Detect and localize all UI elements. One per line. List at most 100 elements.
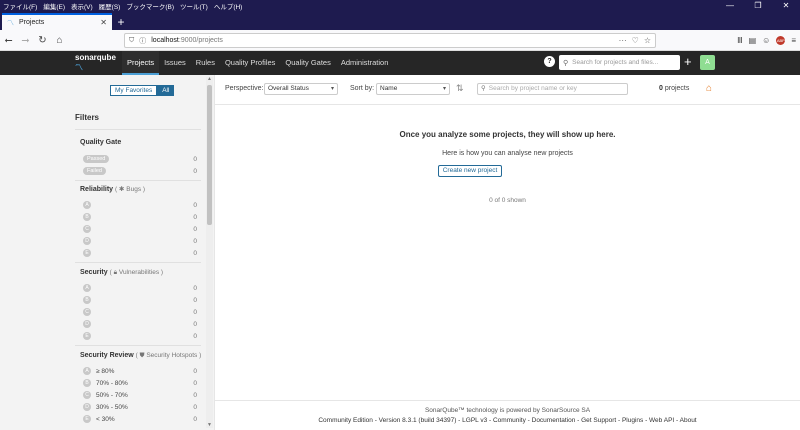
empty-state-subtitle: Here is how you can analyse new projects <box>442 150 573 157</box>
close-tab-icon[interactable]: ✕ <box>100 18 107 27</box>
back-icon[interactable]: ⭠ <box>0 35 17 46</box>
filter-row-reliability-b[interactable]: B0 <box>83 212 197 222</box>
page-footer: SonarQube™ technology is powered by Sona… <box>215 400 800 430</box>
security-review-title: Security Review ( ⛊ Security Hotspots ) <box>80 352 202 359</box>
filter-row-review-e[interactable]: E < 30% 0 <box>83 414 197 424</box>
info-icon[interactable]: ⓘ <box>139 36 146 46</box>
divider <box>75 180 201 181</box>
filters-title: Filters <box>75 113 100 122</box>
filter-row-reliability-c[interactable]: C0 <box>83 224 197 234</box>
chevron-down-icon: ▾ <box>442 86 446 92</box>
menu-file[interactable]: ファイル(F) <box>0 1 40 11</box>
footer-links[interactable]: Community Edition - Version 8.3.1 (build… <box>215 416 800 426</box>
project-search-input[interactable]: ⚲ Search by project name or key <box>477 83 628 95</box>
filter-row-reliability-a[interactable]: A0 <box>83 200 197 210</box>
tab-title: Projects <box>19 19 45 26</box>
extension-badge-icon[interactable]: ABP <box>776 36 786 45</box>
home-icon[interactable]: ⌂ <box>51 35 68 46</box>
create-plus-button[interactable]: + <box>684 54 692 70</box>
nav-quality-profiles[interactable]: Quality Profiles <box>220 51 280 75</box>
pocket-icon[interactable]: ♡ <box>632 36 639 45</box>
nav-rules[interactable]: Rules <box>191 51 220 75</box>
perspective-label: Perspective: <box>225 85 264 92</box>
library-icon[interactable]: Ⅲ <box>737 36 743 45</box>
lock-icon: 🔒︎ <box>113 269 118 276</box>
sidebar-scrollbar[interactable]: ▲ ▼ <box>206 76 213 428</box>
nav-quality-gates[interactable]: Quality Gates <box>280 51 335 75</box>
create-new-project-button[interactable]: Create new project <box>438 165 502 177</box>
all-button[interactable]: All <box>157 85 175 96</box>
search-icon: ⚲ <box>563 59 569 67</box>
search-icon: ⚲ <box>481 85 486 92</box>
filter-row-passed[interactable]: Passed 0 <box>83 154 197 164</box>
filter-row-security-b[interactable]: B0 <box>83 295 197 305</box>
footer-powered-by: SonarQube™ technology is powered by Sona… <box>424 407 591 414</box>
project-count: 0 projects <box>659 85 690 92</box>
hamburger-menu-icon[interactable]: ≡ <box>791 36 796 45</box>
empty-state-title: Once you analyze some projects, they wil… <box>399 130 616 139</box>
scroll-up-icon[interactable]: ▲ <box>206 76 213 82</box>
browser-tools: Ⅲ ▤ ☺ ABP ≡ <box>737 33 796 48</box>
home-page-icon[interactable]: ⌂ <box>706 83 712 94</box>
url-host: localhost <box>151 37 179 44</box>
menu-view[interactable]: 表示(V) <box>68 1 96 11</box>
minimize-button[interactable]: — <box>716 0 744 12</box>
help-icon[interactable]: ? <box>544 56 555 67</box>
forward-icon[interactable]: ⭢ <box>17 35 34 46</box>
divider <box>75 262 201 263</box>
nav-administration[interactable]: Administration <box>336 51 394 75</box>
shield-icon[interactable]: ⛉ <box>129 37 134 45</box>
sidebar-icon[interactable]: ▤ <box>749 36 757 45</box>
bug-icon: ✱ <box>119 186 125 193</box>
maximize-button[interactable]: ❐ <box>744 0 772 12</box>
url-bar[interactable]: ⛉ ⓘ localhost :9000/projects ··· ♡ ☆ <box>124 33 656 48</box>
reliability-title: Reliability ( ✱ Bugs ) <box>80 186 146 193</box>
sort-label: Sort by: <box>350 85 375 92</box>
global-search-input[interactable]: ⚲ Search for projects and files... <box>559 55 680 70</box>
scroll-down-icon[interactable]: ▼ <box>206 422 213 428</box>
bookmark-star-icon[interactable]: ☆ <box>644 36 651 45</box>
user-avatar[interactable]: A <box>700 55 715 70</box>
sort-select[interactable]: Name ▾ <box>376 83 450 95</box>
browser-navbar: ⭠ ⭢ ↻ ⌂ ⛉ ⓘ localhost :9000/projects ···… <box>0 30 800 51</box>
filter-row-failed[interactable]: Failed 0 <box>83 166 197 176</box>
filter-row-reliability-d[interactable]: D0 <box>83 236 197 246</box>
logo-wave-icon: 〽 <box>75 63 83 72</box>
filter-row-security-e[interactable]: E0 <box>83 331 197 341</box>
menu-edit[interactable]: 編集(E) <box>40 1 68 11</box>
filter-row-security-d[interactable]: D0 <box>83 319 197 329</box>
filter-row-review-a[interactable]: A ≥ 80% 0 <box>83 366 197 376</box>
hotspot-shield-icon: ⛊ <box>139 352 145 359</box>
menu-bookmarks[interactable]: ブックマーク(B) <box>123 1 177 11</box>
menu-history[interactable]: 履歴(S) <box>96 1 124 11</box>
nav-issues[interactable]: Issues <box>159 51 191 75</box>
favorites-toggle: My Favorites All <box>110 85 175 96</box>
new-tab-button[interactable]: + <box>112 14 130 30</box>
account-icon[interactable]: ☺ <box>762 36 770 45</box>
filter-row-review-c[interactable]: C 50% - 70% 0 <box>83 390 197 400</box>
menu-help[interactable]: ヘルプ(H) <box>211 1 246 11</box>
sort-direction-icon[interactable]: ⇅ <box>456 83 464 94</box>
filter-row-review-d[interactable]: D 30% - 50% 0 <box>83 402 197 412</box>
sonarqube-favicon-icon: 〽 <box>7 19 14 27</box>
security-title: Security ( 🔒︎ Vulnerabilities ) <box>80 269 164 276</box>
projects-toolbar: Perspective: Overall Status ▾ Sort by: Na… <box>215 75 800 105</box>
my-favorites-button[interactable]: My Favorites <box>110 85 158 96</box>
divider <box>75 345 201 346</box>
os-menubar: ファイル(F) 編集(E) 表示(V) 履歴(S) ブックマーク(B) ツール(… <box>0 0 800 12</box>
filter-row-security-c[interactable]: C0 <box>83 307 197 317</box>
perspective-select[interactable]: Overall Status ▾ <box>264 83 338 95</box>
filter-row-review-b[interactable]: B 70% - 80% 0 <box>83 378 197 388</box>
browser-tab-projects[interactable]: 〽 Projects ✕ <box>2 13 112 30</box>
scrollbar-thumb[interactable] <box>207 85 212 225</box>
shown-count: 0 of 0 shown <box>489 197 526 204</box>
menu-tools[interactable]: ツール(T) <box>177 1 211 11</box>
page-actions-icon[interactable]: ··· <box>619 36 627 45</box>
quality-gate-title: Quality Gate <box>80 139 122 146</box>
nav-projects[interactable]: Projects <box>122 51 160 75</box>
close-window-button[interactable]: ✕ <box>772 0 800 12</box>
reload-icon[interactable]: ↻ <box>34 35 51 46</box>
filter-row-security-a[interactable]: A0 <box>83 283 197 293</box>
filter-row-reliability-e[interactable]: E0 <box>83 248 197 258</box>
sonarqube-logo[interactable]: sonarqube〽 <box>75 53 122 73</box>
